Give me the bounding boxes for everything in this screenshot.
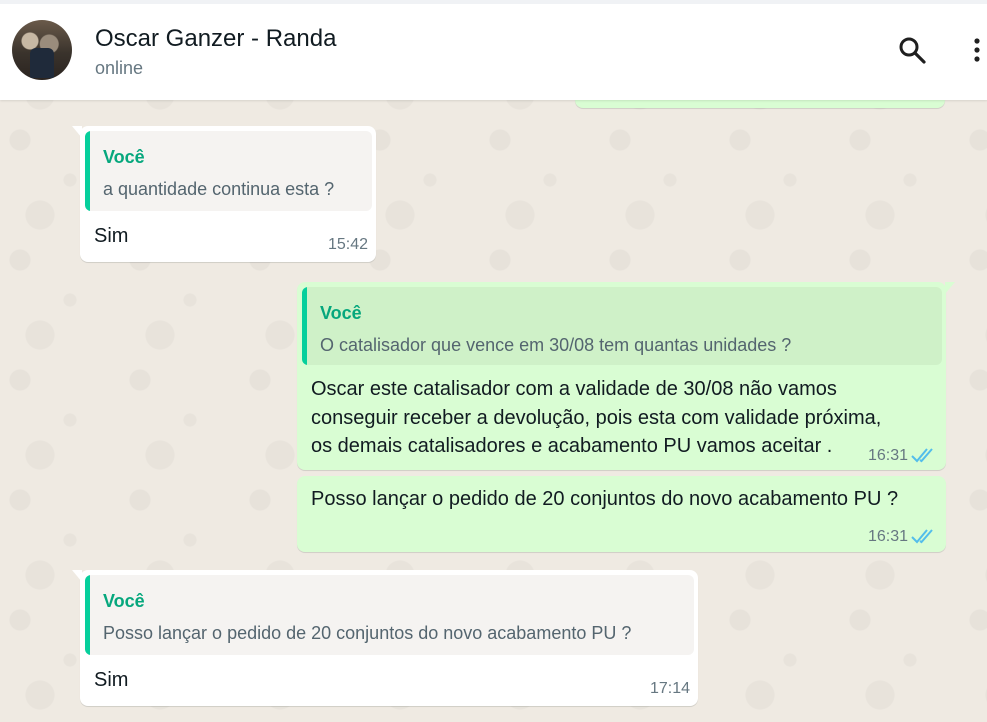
message-time: 15:42 xyxy=(328,236,369,253)
quote-author: Você xyxy=(103,147,145,167)
message-line: os demais catalisadores e acabamento PU … xyxy=(311,435,833,457)
quote-accent-bar xyxy=(85,575,90,655)
outgoing-message-bubble[interactable]: Posso lançar o pedido de 20 conjuntos do… xyxy=(297,476,946,552)
quote-text: O catalisador que vence em 30/08 tem qua… xyxy=(320,335,792,355)
quote-text: Posso lançar o pedido de 20 conjuntos do… xyxy=(103,623,632,643)
quote-accent-bar xyxy=(302,287,307,365)
quote-author: Você xyxy=(103,591,145,611)
message-time: 16:31 xyxy=(868,447,909,464)
quote-text: a quantidade continua esta ? xyxy=(103,179,335,199)
search-button[interactable] xyxy=(892,30,932,70)
message-time: 17:14 xyxy=(650,680,691,697)
chat-header: Oscar Ganzer - Randa online xyxy=(0,0,987,100)
message-time: 16:31 xyxy=(868,528,909,545)
header-top-divider xyxy=(0,0,987,4)
search-icon xyxy=(899,37,926,64)
message-text: Sim xyxy=(94,225,129,247)
incoming-message-bubble[interactable]: Você Posso lançar o pedido de 20 conjunt… xyxy=(72,570,698,706)
menu-icon xyxy=(974,38,980,62)
quote-author: Você xyxy=(320,303,362,323)
message-line: Oscar este catalisador com a validade de… xyxy=(311,378,837,400)
message-text: Oscar este catalisador com a validade de… xyxy=(311,375,931,461)
incoming-message-bubble[interactable]: Você a quantidade continua esta ? Sim 15… xyxy=(72,126,376,262)
avatar[interactable] xyxy=(12,20,72,80)
outgoing-message-bubble[interactable]: Você O catalisador que vence em 30/08 te… xyxy=(297,282,955,470)
double-check-icon xyxy=(911,529,933,544)
contact-name[interactable]: Oscar Ganzer - Randa xyxy=(95,25,336,53)
quoted-message[interactable]: Você Posso lançar o pedido de 20 conjunt… xyxy=(85,575,694,655)
message-text: Sim xyxy=(94,669,129,691)
message-text: Posso lançar o pedido de 20 conjuntos do… xyxy=(311,488,899,510)
quoted-message[interactable]: Você a quantidade continua esta ? xyxy=(85,131,372,211)
double-check-icon xyxy=(911,448,933,463)
contact-status: online xyxy=(95,58,144,78)
quote-accent-bar xyxy=(85,131,90,211)
message-line: conseguir receber a devolução, pois esta… xyxy=(311,406,882,429)
menu-button[interactable] xyxy=(962,30,987,70)
quoted-message[interactable]: Você O catalisador que vence em 30/08 te… xyxy=(302,287,942,365)
